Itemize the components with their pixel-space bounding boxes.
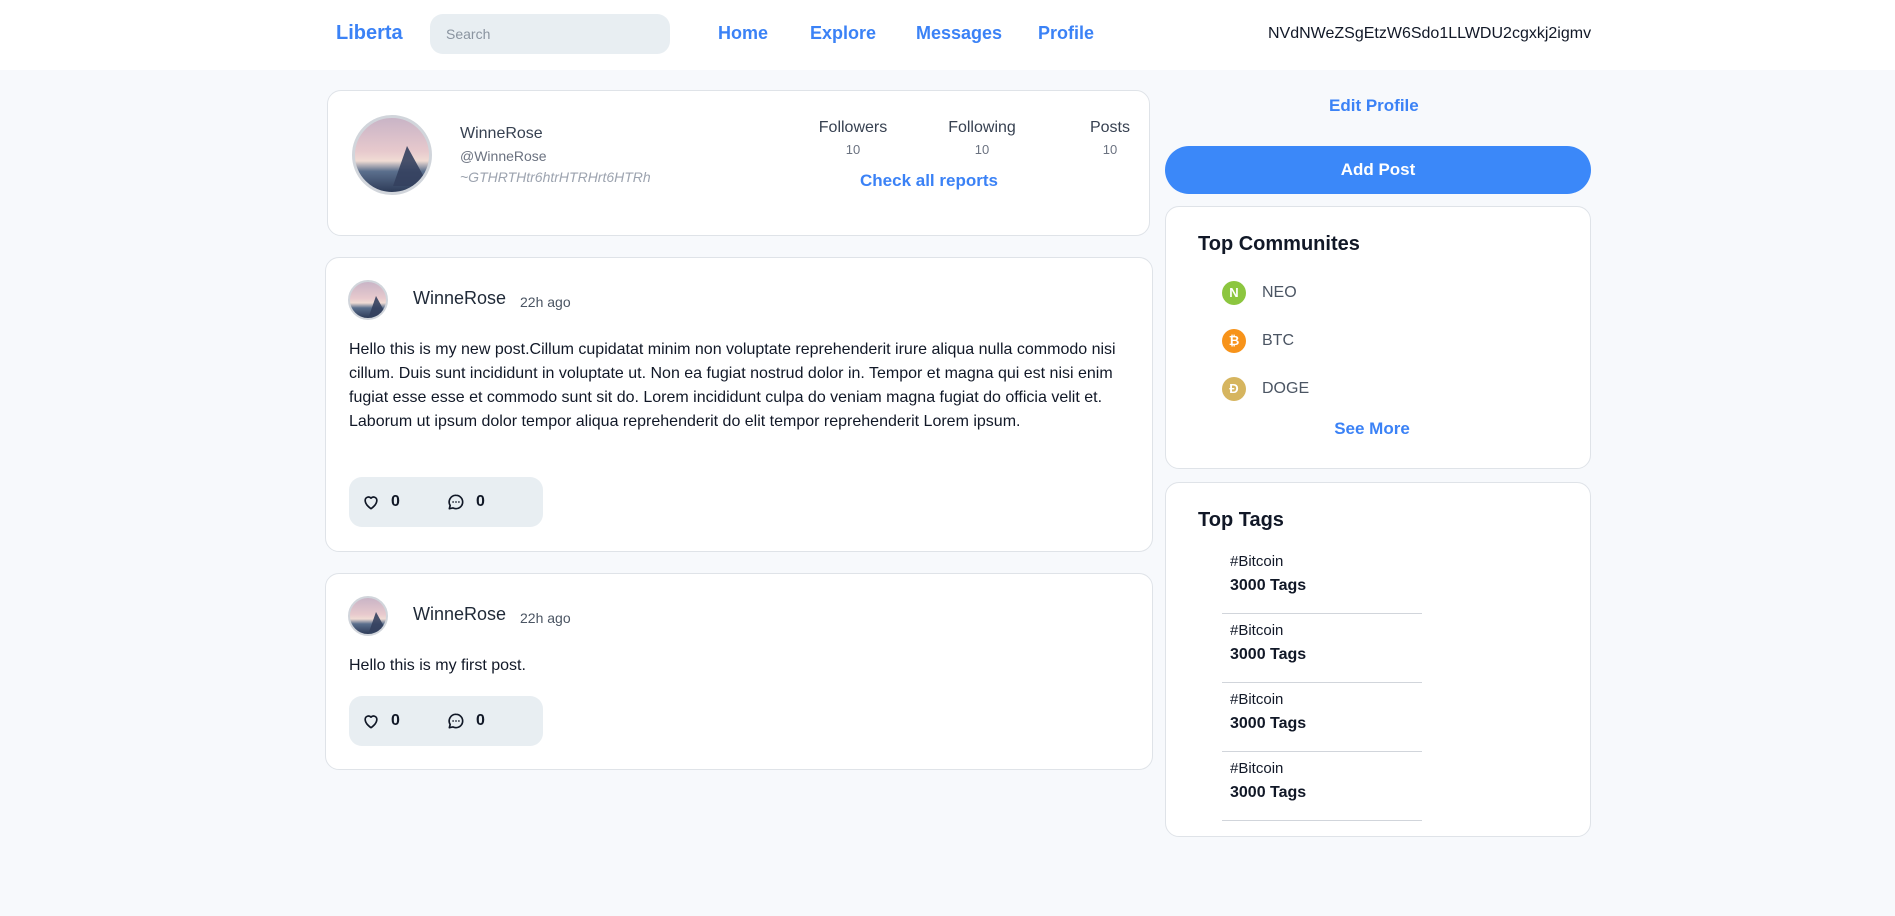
nav-link-profile[interactable]: Profile (1038, 23, 1094, 44)
top-communities-card: Top Communites N NEO ₿ BTC Ð DOGE See Mo… (1165, 206, 1591, 469)
nav-link-home[interactable]: Home (718, 23, 768, 44)
comment-count: 0 (476, 493, 485, 510)
post-actions-bar: 0 0 (349, 696, 543, 746)
post-card: WinneRose 22h ago Hello this is my first… (325, 573, 1153, 770)
following-label[interactable]: Following (932, 119, 1032, 137)
top-navbar: Liberta Home Explore Messages Profile NV… (0, 0, 1895, 70)
tag-count: 3000 Tags (1230, 715, 1307, 732)
comment-count: 0 (476, 712, 485, 729)
like-count: 0 (391, 712, 400, 729)
post-body: Hello this is my first post. (349, 657, 526, 674)
post-author-avatar[interactable] (348, 280, 388, 320)
profile-avatar[interactable] (352, 115, 432, 195)
tag-name: #Bitcoin (1230, 691, 1284, 708)
tag-count: 3000 Tags (1230, 646, 1307, 663)
community-name: BTC (1262, 332, 1294, 349)
posts-label[interactable]: Posts (1060, 119, 1160, 137)
post-actions-bar: 0 0 (349, 477, 543, 527)
wallet-address: NVdNWeZSgEtzW6Sdo1LLWDU2cgxkj2igmv (1268, 25, 1592, 42)
post-card: WinneRose 22h ago Hello this is my new p… (325, 257, 1153, 552)
nav-link-messages[interactable]: Messages (916, 23, 1002, 44)
post-author-name[interactable]: WinneRose (413, 288, 506, 309)
neo-icon: N (1222, 281, 1246, 305)
tag-name: #Bitcoin (1230, 553, 1284, 570)
tag-item[interactable]: #Bitcoin 3000 Tags (1222, 614, 1422, 683)
community-name: NEO (1262, 284, 1297, 301)
like-icon[interactable] (361, 492, 381, 512)
comment-icon[interactable] (446, 492, 466, 512)
profile-handle: @WinneRose (460, 148, 547, 164)
like-icon[interactable] (361, 711, 381, 731)
brand-logo[interactable]: Liberta (336, 22, 403, 45)
communities-title: Top Communites (1198, 233, 1360, 255)
add-post-button[interactable]: Add Post (1165, 146, 1591, 194)
tag-count: 3000 Tags (1230, 577, 1307, 594)
comment-icon[interactable] (446, 711, 466, 731)
bitcoin-icon: ₿ (1222, 329, 1246, 353)
profile-bio: ~GTHRTHtr6htrHTRHrt6HTRh (460, 169, 651, 185)
dogecoin-icon: Ð (1222, 377, 1246, 401)
followers-count: 10 (845, 142, 861, 157)
profile-name: WinneRose (460, 125, 543, 142)
tag-item[interactable]: #Bitcoin 3000 Tags (1222, 752, 1422, 821)
tag-name: #Bitcoin (1230, 622, 1284, 639)
post-author-name[interactable]: WinneRose (413, 604, 506, 625)
tag-item[interactable]: #Bitcoin 3000 Tags (1222, 683, 1422, 752)
like-count: 0 (391, 493, 400, 510)
post-body: Hello this is my new post.Cillum cupidat… (349, 341, 1116, 430)
followers-label[interactable]: Followers (803, 119, 903, 137)
post-timestamp: 22h ago (520, 610, 571, 626)
profile-card: WinneRose @WinneRose ~GTHRTHtr6htrHTRHrt… (327, 90, 1150, 236)
posts-count: 10 (1102, 142, 1118, 157)
edit-profile-link[interactable]: Edit Profile (1329, 96, 1419, 116)
tags-title: Top Tags (1198, 509, 1284, 531)
tag-count: 3000 Tags (1230, 784, 1307, 801)
post-author-avatar[interactable] (348, 596, 388, 636)
tag-item[interactable]: #Bitcoin 3000 Tags (1222, 545, 1422, 614)
search-input[interactable] (430, 14, 670, 54)
check-reports-link[interactable]: Check all reports (860, 171, 998, 191)
see-more-link[interactable]: See More (1160, 419, 1584, 439)
community-name: DOGE (1262, 380, 1310, 397)
following-count: 10 (974, 142, 990, 157)
post-timestamp: 22h ago (520, 294, 571, 310)
top-tags-card: Top Tags #Bitcoin 3000 Tags #Bitcoin 300… (1165, 482, 1591, 837)
tag-name: #Bitcoin (1230, 760, 1284, 777)
nav-link-explore[interactable]: Explore (810, 23, 876, 44)
